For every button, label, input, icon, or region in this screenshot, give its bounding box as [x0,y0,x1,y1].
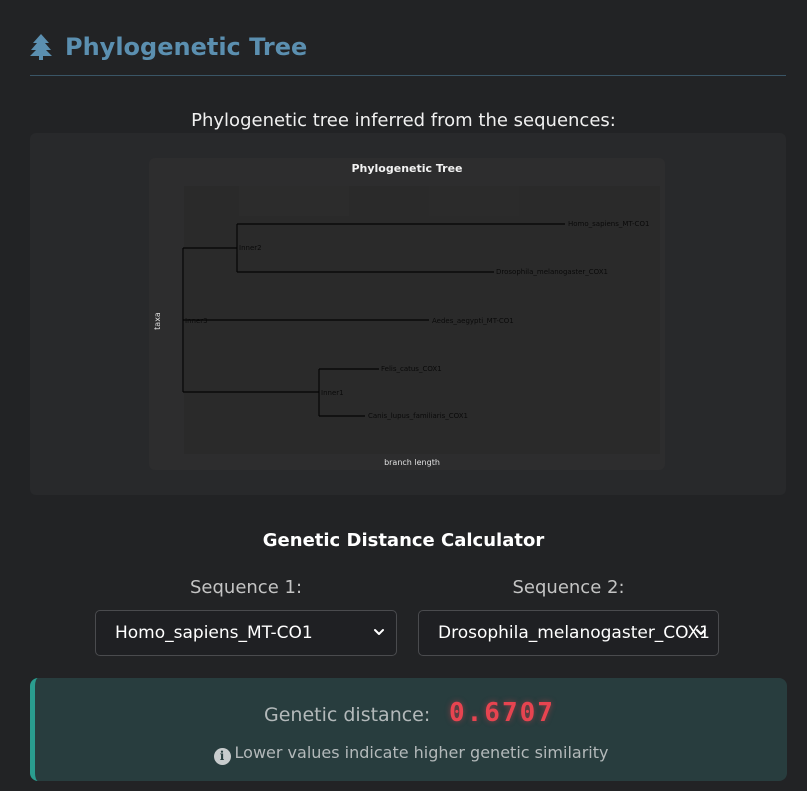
sequence-2-label: Sequence 2: [512,577,625,598]
plot-ylabel: taxa [153,312,162,330]
sequence-1-value: Homo_sapiens_MT-CO1 [115,623,313,643]
info-icon: i [213,748,231,765]
sequence-1-select[interactable]: Homo_sapiens_MT-CO1 [95,610,397,656]
sequence-2-value: Drosophila_melanogaster_COX1 [438,623,710,643]
chevron-down-icon [696,629,706,635]
tree-svg: Phylogenetic Tree branch length taxa Inn… [153,162,660,467]
tree-caption: Phylogenetic tree inferred from the sequ… [191,110,616,131]
plot-xlabel: branch length [384,458,440,467]
leaf-label-homo: Homo_sapiens_MT-CO1 [568,220,649,228]
node-label-inner2: Inner2 [239,244,262,252]
node-label-inner1: Inner1 [321,389,344,397]
leaf-label-aedes: Aedes_aegypti_MT-CO1 [432,317,514,325]
tree-plot: Phylogenetic Tree branch length taxa Inn… [149,158,665,470]
node-label-inner3: Inner3 [185,317,208,325]
result-panel: Genetic distance: 0.6707 i Lower values i… [30,678,787,781]
calculator-title: Genetic Distance Calculator [262,530,545,551]
leaf-label-canis: Canis_lupus_familiaris_COX1 [368,412,468,420]
distance-note-text: Lower values indicate higher genetic sim… [234,743,609,762]
tree-panel: Phylogenetic Tree branch length taxa Inn… [30,133,786,495]
page-title: Phylogenetic Tree [65,33,308,61]
page-header: Phylogenetic Tree [30,30,786,76]
chevron-down-icon [374,629,384,635]
sequence-1-label: Sequence 1: [189,577,303,598]
distance-label: Genetic distance: [264,704,431,726]
leaf-label-drosophila: Drosophila_melanogaster_COX1 [496,268,608,276]
distance-value: 0.6707 [449,698,555,728]
tree-icon [30,34,52,60]
leaf-label-felis: Felis_catus_COX1 [381,365,442,373]
plot-title: Phylogenetic Tree [351,162,462,175]
distance-note: i Lower values indicate higher genetic si… [35,743,787,765]
sequence-2-select[interactable]: Drosophila_melanogaster_COX1 [418,610,719,656]
